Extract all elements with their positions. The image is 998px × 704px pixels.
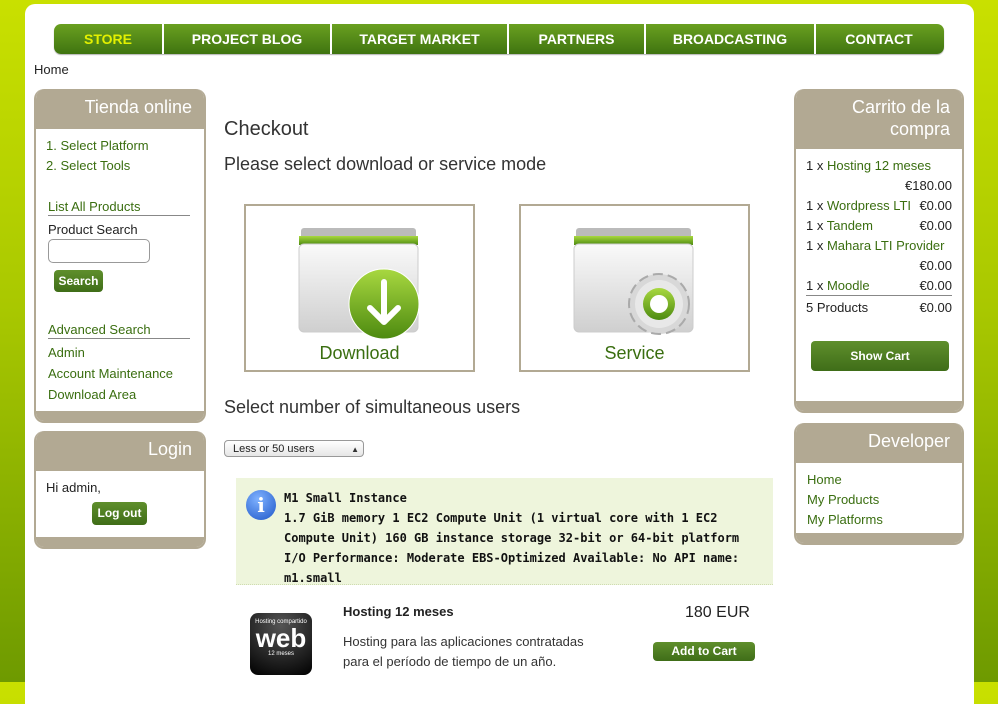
store-box-title: Tienda online: [36, 89, 204, 129]
main-nav: STORE PROJECT BLOG TARGET MARKET PARTNER…: [54, 24, 944, 54]
instance-info-panel: i M1 Small Instance 1.7 GiB memory 1 EC2…: [236, 478, 773, 585]
cart-item-link[interactable]: Mahara LTI Provider: [827, 238, 945, 253]
store-box: Tienda online 1. Select Platform 2. Sele…: [34, 89, 206, 423]
product-description: Hosting para las aplicaciones contratada…: [343, 634, 584, 669]
cart-item-price: €0.00: [919, 278, 952, 293]
add-to-cart-button[interactable]: Add to Cart: [653, 642, 755, 661]
product-search-label: Product Search: [48, 222, 138, 237]
instance-info-text: M1 Small Instance 1.7 GiB memory 1 EC2 C…: [284, 488, 754, 588]
page-title: Checkout: [224, 118, 309, 140]
nav-target-market[interactable]: TARGET MARKET: [332, 24, 509, 54]
nav-store[interactable]: STORE: [54, 24, 164, 54]
cart-box-footer: [796, 401, 962, 411]
cart-divider: [806, 295, 952, 296]
cart-item: 1 x Wordpress LTI: [806, 198, 912, 213]
nav-broadcasting[interactable]: BROADCASTING: [646, 24, 816, 54]
cart-item-link[interactable]: Moodle: [827, 278, 870, 293]
download-icon: [298, 228, 420, 340]
login-box: Login Hi admin, Log out: [34, 431, 206, 549]
cart-item-price: €180.00: [905, 178, 952, 193]
nav-project-blog[interactable]: PROJECT BLOG: [164, 24, 332, 54]
list-all-products-link[interactable]: List All Products: [48, 199, 190, 216]
download-mode-option[interactable]: Download: [244, 204, 475, 372]
service-mode-option[interactable]: Service: [519, 204, 750, 372]
advanced-search-link[interactable]: Advanced Search: [48, 322, 190, 339]
developer-box-title: Developer: [796, 423, 962, 463]
page-container: STORE PROJECT BLOG TARGET MARKET PARTNER…: [25, 4, 974, 704]
cart-item-price: €0.00: [919, 198, 952, 213]
cart-item-price: €0.00: [919, 218, 952, 233]
product-title: Hosting 12 meses: [343, 604, 454, 619]
cart-total-label: 5 Products: [806, 300, 869, 315]
account-maintenance-link[interactable]: Account Maintenance: [48, 366, 173, 381]
info-icon: i: [246, 490, 276, 520]
users-select-value: Less or 50 users: [233, 443, 315, 455]
step-select-tools[interactable]: 2. Select Tools: [46, 158, 130, 173]
cart-box-title: Carrito de la compra: [796, 89, 962, 149]
cart-item-link[interactable]: Hosting 12 meses: [827, 158, 931, 173]
dev-home-link[interactable]: Home: [807, 472, 842, 487]
nav-contact[interactable]: CONTACT: [816, 24, 942, 54]
cart-box: Carrito de la compra 1 x Hosting 12 mese…: [794, 89, 964, 413]
dev-my-platforms-link[interactable]: My Platforms: [807, 512, 883, 527]
breadcrumb[interactable]: Home: [34, 62, 69, 77]
cart-item: 1 x Hosting 12 meses: [806, 158, 932, 173]
mode-heading: Please select download or service mode: [224, 154, 547, 174]
instance-title: M1 Small Instance: [284, 491, 407, 505]
developer-box: Developer Home My Products My Platforms: [794, 423, 964, 545]
users-select[interactable]: Less or 50 users ▲: [224, 440, 364, 457]
service-label: Service: [604, 343, 665, 363]
cart-total-price: €0.00: [919, 300, 952, 315]
instance-details: 1.7 GiB memory 1 EC2 Compute Unit (1 vir…: [284, 511, 740, 585]
developer-box-footer: [796, 533, 962, 543]
users-heading: Select number of simultaneous users: [224, 397, 521, 417]
gear-icon: [573, 228, 694, 335]
login-greeting: Hi admin,: [46, 480, 101, 495]
badge-main-text: web: [255, 623, 307, 653]
select-arrows-icon: ▲: [351, 445, 359, 454]
show-cart-button[interactable]: Show Cart: [811, 341, 949, 371]
store-box-footer: [36, 411, 204, 421]
cart-item-link[interactable]: Wordpress LTI: [827, 198, 911, 213]
product-search-input[interactable]: [48, 239, 150, 263]
admin-link[interactable]: Admin: [48, 345, 85, 360]
dev-my-products-link[interactable]: My Products: [807, 492, 879, 507]
login-box-footer: [36, 537, 204, 547]
hosting-web-badge: Hosting compartido web 12 meses: [250, 613, 312, 675]
search-button[interactable]: Search: [54, 270, 103, 292]
cart-item: 1 x Tandem: [806, 218, 873, 233]
product-price: 180 EUR: [685, 604, 750, 621]
download-label: Download: [319, 343, 400, 363]
cart-item: 1 x Moodle: [806, 278, 870, 293]
login-box-title: Login: [36, 431, 204, 471]
cart-item-link[interactable]: Tandem: [827, 218, 873, 233]
nav-partners[interactable]: PARTNERS: [509, 24, 646, 54]
cart-item-price: €0.00: [919, 258, 952, 273]
logout-button[interactable]: Log out: [92, 502, 147, 525]
download-area-link[interactable]: Download Area: [48, 387, 136, 402]
step-select-platform[interactable]: 1. Select Platform: [46, 138, 149, 153]
cart-item: 1 x Mahara LTI Provider: [806, 238, 945, 253]
